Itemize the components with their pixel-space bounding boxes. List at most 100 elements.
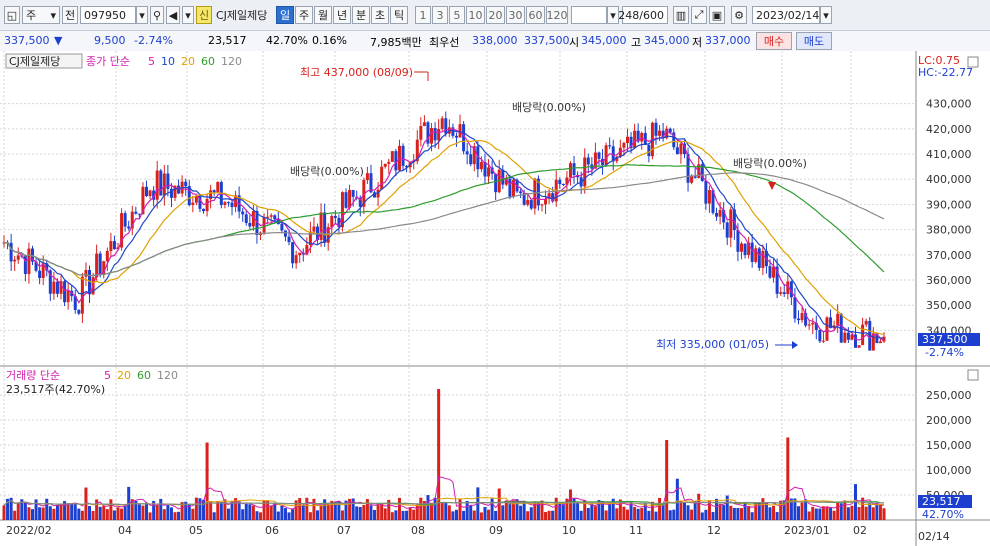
date-tick-label: 12 xyxy=(707,524,721,537)
interval-tab-120[interactable]: 120 xyxy=(546,6,568,24)
chart-type-icon[interactable]: ▥ xyxy=(673,6,689,24)
date-dropdown-icon[interactable]: ▾ xyxy=(820,6,832,24)
candle-body xyxy=(757,248,761,268)
volume-bar xyxy=(191,508,195,520)
high-price: 345,000 xyxy=(644,34,690,47)
volume-bar xyxy=(369,505,373,520)
volume-bar xyxy=(59,504,63,520)
volume-bar xyxy=(412,509,416,520)
volume-bar xyxy=(198,498,202,520)
save-icon[interactable]: ▣ xyxy=(709,6,725,24)
candle-body xyxy=(123,213,127,227)
dividend-label-3: 배당락(0.00%) xyxy=(733,157,807,170)
candle-body xyxy=(333,215,337,218)
candle-body xyxy=(383,163,387,167)
interval-input[interactable] xyxy=(571,6,607,24)
buy-button[interactable]: 매수 xyxy=(756,32,792,50)
zoom-icon[interactable]: ⤢ xyxy=(691,6,707,24)
stock-code-dropdown-icon[interactable]: ▾ xyxy=(136,6,148,24)
candle-body xyxy=(155,170,159,200)
volume-bar xyxy=(116,507,120,520)
volume-bar xyxy=(283,508,287,520)
gear-icon[interactable]: ⚙ xyxy=(731,6,747,24)
bar-count-field[interactable]: 248/600 xyxy=(618,6,668,24)
volume-bar xyxy=(796,506,800,520)
low-label: 저 xyxy=(692,36,703,49)
candle-body xyxy=(658,130,662,136)
volume-bar xyxy=(202,499,206,520)
interval-tab-3[interactable]: 3 xyxy=(432,6,448,24)
volume-ma-legend-60: 60 xyxy=(137,369,151,382)
candle-body xyxy=(469,154,473,165)
candle-body xyxy=(319,212,323,240)
volume-panel-expand-icon[interactable] xyxy=(967,369,979,381)
volume-bar xyxy=(882,508,886,520)
sell-button[interactable]: 매도 xyxy=(796,32,832,50)
volume-bar xyxy=(818,508,822,520)
candle-body xyxy=(597,152,601,159)
candle-body xyxy=(280,224,284,231)
date-tick-label: 06 xyxy=(265,524,279,537)
low-price: 337,000 xyxy=(705,34,751,47)
candle-body xyxy=(226,202,230,204)
candle-body xyxy=(782,292,786,294)
volume-current: 23,517주(42.70%) xyxy=(6,383,105,396)
market-type-select[interactable]: 주 ▾ xyxy=(22,6,60,24)
period-tab-2[interactable]: 월 xyxy=(314,6,332,24)
volume-bar xyxy=(786,437,790,520)
volume-bar xyxy=(608,503,612,520)
volume-bar xyxy=(280,505,284,520)
search-icon[interactable]: ⚲ xyxy=(150,6,164,24)
volume-bar xyxy=(219,502,223,520)
volume-tick-label: 100,000 xyxy=(926,464,972,477)
volume-bar xyxy=(273,503,277,520)
date-field[interactable]: 2023/02/14 xyxy=(752,6,820,24)
interval-tab-20[interactable]: 20 xyxy=(486,6,505,24)
period-tab-5[interactable]: 초 xyxy=(371,6,389,24)
period-tab-3[interactable]: 년 xyxy=(333,6,351,24)
candle-body xyxy=(66,290,70,303)
volume-bar xyxy=(376,503,380,520)
volume-bar xyxy=(77,508,81,520)
interval-tab-60[interactable]: 60 xyxy=(526,6,545,24)
candle-body xyxy=(568,163,572,178)
volume-bar xyxy=(690,509,694,520)
speaker-dropdown-icon[interactable]: ▾ xyxy=(182,6,194,24)
period-tab-0[interactable]: 일 xyxy=(276,6,294,24)
period-tab-6[interactable]: 틱 xyxy=(390,6,408,24)
interval-tab-10[interactable]: 10 xyxy=(466,6,485,24)
interval-tab-30[interactable]: 30 xyxy=(506,6,525,24)
volume-bar xyxy=(658,497,662,520)
candle-body xyxy=(761,250,765,268)
stock-code-input[interactable]: 097950 xyxy=(80,6,136,24)
volume-bar xyxy=(490,498,494,520)
candle-body xyxy=(145,186,149,197)
new-badge[interactable]: 신 xyxy=(196,6,212,24)
volume-bar xyxy=(732,507,736,520)
volume-bar xyxy=(205,442,209,520)
volume-bar xyxy=(358,507,362,520)
candle-body xyxy=(811,322,815,325)
volume-bar xyxy=(23,501,27,520)
candle-body xyxy=(479,162,483,170)
candle-body xyxy=(134,211,138,214)
period-tab-4[interactable]: 분 xyxy=(352,6,370,24)
category-button[interactable]: 전 xyxy=(62,6,78,24)
candle-body xyxy=(519,191,523,194)
date-tick-label: 04 xyxy=(118,524,132,537)
volume-bar xyxy=(529,507,533,520)
volume-bar xyxy=(590,503,594,520)
price-panel-close-icon[interactable] xyxy=(967,56,979,68)
candle-body xyxy=(351,189,355,197)
volume-bar xyxy=(308,512,312,520)
period-tab-1[interactable]: 주 xyxy=(295,6,313,24)
candle-body xyxy=(725,222,729,238)
interval-dropdown-icon[interactable]: ▾ xyxy=(607,6,619,24)
stock-chart[interactable]: 430,000 420,000 410,000 400,000 390,000 380,0… xyxy=(0,51,990,546)
volume-bar xyxy=(66,503,70,520)
volume-bar xyxy=(547,510,551,520)
window-menu-icon[interactable]: ◱ xyxy=(4,6,20,24)
interval-tab-1[interactable]: 1 xyxy=(415,6,431,24)
speaker-icon[interactable]: ◀ xyxy=(166,6,180,24)
interval-tab-5[interactable]: 5 xyxy=(449,6,465,24)
